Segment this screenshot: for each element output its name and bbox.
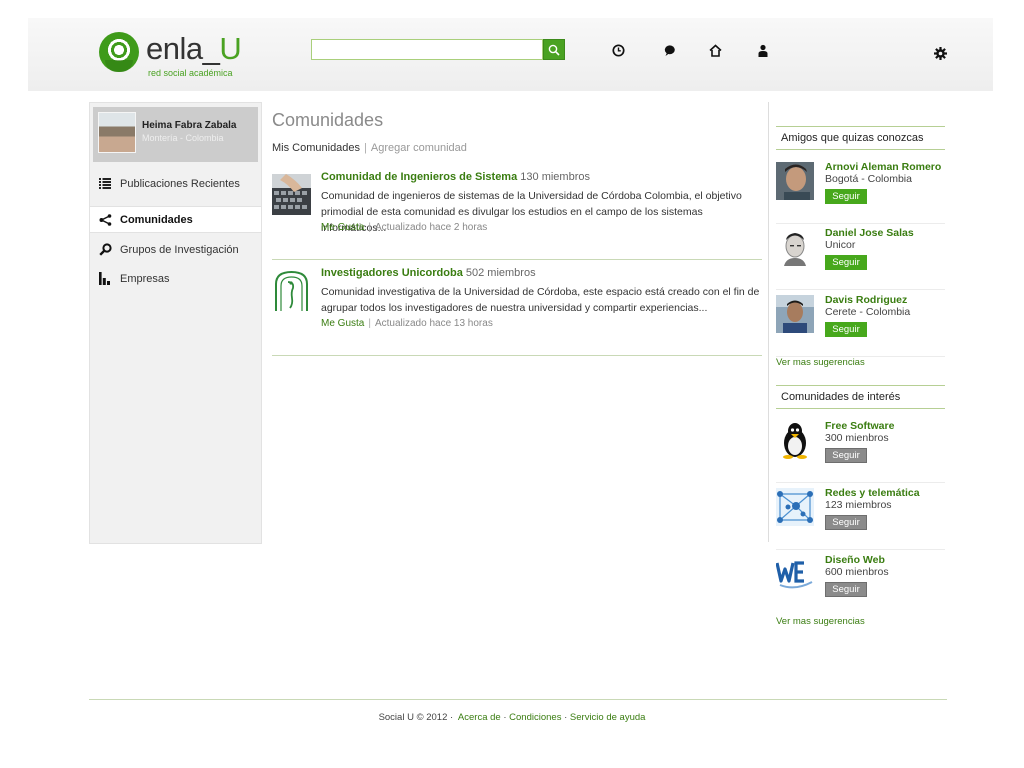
user-icon[interactable]	[756, 43, 770, 57]
footer-link-acerca[interactable]: Acerca de	[458, 712, 501, 723]
logo-wordmark: enla_U	[146, 31, 242, 66]
community-meta: Me Gusta | Actualizado hace 2 horas	[321, 222, 487, 233]
logo-tagline: red social académica	[148, 68, 233, 78]
friend-photo[interactable]	[776, 162, 814, 200]
follow-button[interactable]: Seguir	[825, 448, 867, 463]
top-header: enla_U red social académica	[28, 18, 993, 91]
meta-separator: |	[368, 222, 371, 233]
avatar[interactable]	[98, 112, 136, 153]
more-friend-suggestions-link[interactable]: Ver mas sugerencias	[776, 357, 865, 368]
sidebar-item-publicaciones[interactable]: Publicaciones Recientes	[90, 170, 261, 197]
follow-button[interactable]: Seguir	[825, 582, 867, 597]
follow-button[interactable]: Seguir	[825, 255, 867, 270]
community-suggestion-members: 123 miembros	[825, 499, 892, 511]
share-icon	[98, 213, 112, 227]
footer-separator: ·	[564, 712, 568, 723]
tab-separator: |	[364, 142, 367, 154]
gear-icon[interactable]	[933, 46, 947, 60]
friend-photo[interactable]	[776, 228, 814, 266]
bar-chart-icon	[98, 272, 112, 286]
footer-link-ayuda[interactable]: Servicio de ayuda	[570, 712, 646, 723]
footer-divider	[89, 699, 947, 700]
magnifier-icon	[98, 243, 112, 257]
logo-mark-icon	[99, 32, 139, 72]
community-member-count: 130 miembros	[520, 171, 590, 183]
search-input[interactable]	[311, 39, 543, 60]
community-suggestion: Free Software 300 mienbros Seguir	[776, 417, 945, 483]
follow-button[interactable]: Seguir	[825, 189, 867, 204]
sidebar-item-label: Publicaciones Recientes	[120, 177, 240, 190]
home-icon[interactable]	[708, 43, 722, 57]
community-meta: Me Gusta | Actualizado hace 13 horas	[321, 318, 493, 329]
friend-suggestion: Davis Rodriguez Cerete - Colombia Seguir	[776, 291, 945, 357]
friend-name[interactable]: Davis Rodriguez	[825, 294, 907, 306]
community-name[interactable]: Investigadores Unicordoba 502 miembros	[321, 267, 536, 279]
footer-link-condiciones[interactable]: Condiciones	[509, 712, 561, 723]
section-title-comunidades-interes: Comunidades de interés	[776, 385, 945, 409]
meta-separator: |	[368, 318, 371, 329]
search-button[interactable]	[543, 39, 565, 60]
profile-name[interactable]: Heima Fabra Zabala	[142, 120, 236, 131]
friend-location: Unicor	[825, 239, 856, 251]
follow-button[interactable]: Seguir	[825, 322, 867, 337]
site-logo[interactable]: enla_U red social académica	[99, 32, 259, 78]
sidebar-item-label: Comunidades	[120, 213, 193, 226]
section-title-amigos: Amigos que quizas conozcas	[776, 126, 945, 150]
more-community-suggestions-link[interactable]: Ver mas sugerencias	[776, 616, 865, 627]
friend-name[interactable]: Arnovi Aleman Romero	[825, 161, 941, 173]
sidebar-item-label: Empresas	[120, 272, 170, 285]
list-icon	[98, 177, 112, 191]
community-suggestion-name[interactable]: Diseño Web	[825, 554, 885, 566]
community-suggestion-name[interactable]: Free Software	[825, 420, 894, 432]
left-sidebar: Heima Fabra Zabala Montería - Colombia P…	[89, 102, 262, 544]
community-member-count: 502 miembros	[465, 267, 536, 279]
like-link[interactable]: Me Gusta	[321, 222, 364, 233]
friend-photo[interactable]	[776, 295, 814, 333]
page-title: Comunidades	[272, 110, 384, 130]
updated-time: Actualizado hace 2 horas	[374, 222, 488, 233]
community-thumbnail-crest[interactable]	[272, 270, 311, 311]
community-suggestion: Redes y telemática 123 miembros Seguir	[776, 484, 945, 550]
profile-location: Montería - Colombia	[142, 133, 224, 143]
footer-copyright: Social U © 2012 ·	[378, 712, 454, 723]
search-icon	[548, 44, 560, 56]
network-icon[interactable]	[776, 488, 814, 526]
sidebar-item-empresas[interactable]: Empresas	[90, 265, 261, 292]
chat-bubble-icon[interactable]	[662, 43, 676, 57]
sidebar-item-label: Grupos de Investigación	[120, 243, 239, 256]
tux-penguin-icon[interactable]	[776, 421, 814, 459]
community-item: Comunidad de Ingenieros de Sistema 130 m…	[272, 164, 762, 260]
friend-location: Cerete - Colombia	[825, 306, 911, 318]
friend-location: Bogotá - Colombia	[825, 173, 912, 185]
footer: Social U © 2012 · Acerca de · Condicione…	[0, 712, 1024, 723]
clock-icon[interactable]	[611, 43, 625, 57]
friend-suggestion: Daniel Jose Salas Unicor Seguir	[776, 224, 945, 290]
tab-agregar-comunidad[interactable]: Agregar comunidad	[371, 142, 467, 154]
community-suggestion-members: 600 mienbros	[825, 566, 889, 578]
sidebar-item-comunidades[interactable]: Comunidades	[90, 206, 261, 233]
friend-suggestion: Arnovi Aleman Romero Bogotá - Colombia S…	[776, 158, 945, 224]
community-suggestion: Diseño Web 600 mienbros Seguir	[775, 551, 945, 617]
like-link[interactable]: Me Gusta	[321, 318, 364, 329]
web-design-icon[interactable]	[775, 555, 814, 593]
community-description: Comunidad investigativa de la Universida…	[321, 286, 760, 314]
footer-separator: ·	[503, 712, 507, 723]
community-suggestion-name[interactable]: Redes y telemática	[825, 487, 920, 499]
friend-name[interactable]: Daniel Jose Salas	[825, 227, 914, 239]
community-suggestion-members: 300 mienbros	[825, 432, 889, 444]
community-name[interactable]: Comunidad de Ingenieros de Sistema 130 m…	[321, 171, 590, 183]
tab-mis-comunidades[interactable]: Mis Comunidades	[272, 142, 360, 154]
subtabs: Mis Comunidades | Agregar comunidad	[272, 142, 467, 154]
community-thumbnail-keyboard[interactable]	[272, 174, 311, 215]
updated-time: Actualizado hace 13 horas	[374, 318, 493, 329]
profile-card[interactable]: Heima Fabra Zabala Montería - Colombia	[93, 107, 258, 162]
follow-button[interactable]: Seguir	[825, 515, 867, 530]
sidebar-item-grupos[interactable]: Grupos de Investigación	[90, 236, 261, 263]
community-item: Investigadores Unicordoba 502 miembros C…	[272, 260, 762, 356]
column-divider	[768, 102, 769, 542]
